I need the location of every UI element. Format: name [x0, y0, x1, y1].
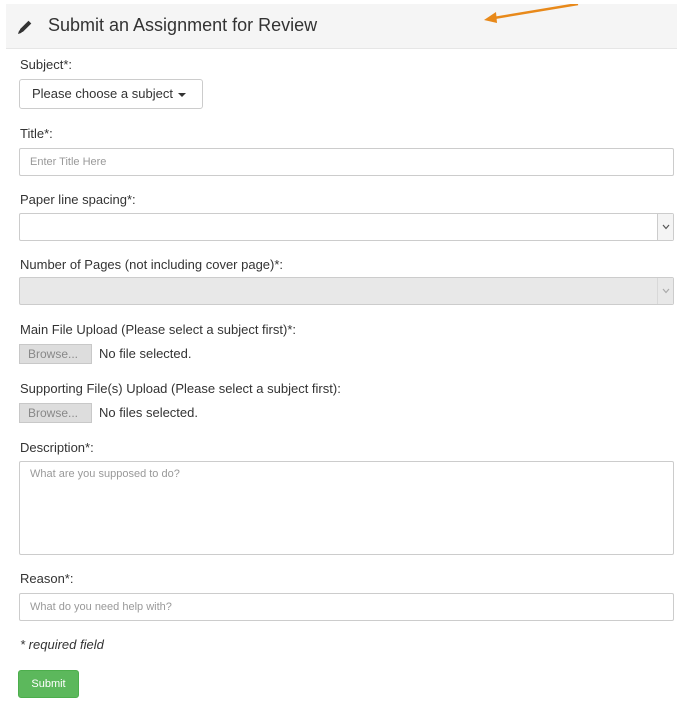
pencil-icon	[16, 18, 34, 36]
supporting-files-label: Supporting File(s) Upload (Please select…	[20, 381, 341, 396]
main-file-label: Main File Upload (Please select a subjec…	[20, 322, 297, 337]
line-spacing-label: Paper line spacing*:	[20, 192, 136, 207]
title-label: Title*:	[20, 126, 53, 141]
caret-down-icon	[177, 92, 186, 97]
assignment-panel: Submit an Assignment for Review Subject*…	[6, 4, 677, 704]
supporting-files-browse-button[interactable]: Browse...	[19, 403, 92, 423]
description-label: Description*:	[20, 440, 94, 455]
num-pages-label: Number of Pages (not including cover pag…	[20, 257, 284, 272]
chevron-down-icon[interactable]	[657, 278, 673, 304]
orange-arrow-annotation	[484, 4, 579, 23]
subject-label: Subject*:	[20, 57, 73, 72]
reason-input[interactable]	[19, 593, 674, 621]
reason-label: Reason*:	[20, 571, 74, 586]
num-pages-select[interactable]	[19, 277, 674, 305]
subject-dropdown-label: Please choose a subject	[32, 86, 173, 101]
required-field-note: * required field	[20, 637, 104, 652]
main-file-status: No file selected.	[99, 346, 192, 361]
description-textarea[interactable]	[19, 461, 674, 555]
supporting-files-status: No files selected.	[99, 405, 198, 420]
main-file-browse-button[interactable]: Browse...	[19, 344, 92, 364]
page-title: Submit an Assignment for Review	[48, 15, 318, 35]
submit-button[interactable]: Submit	[18, 670, 79, 698]
chevron-down-icon[interactable]	[657, 214, 673, 240]
line-spacing-select[interactable]	[19, 213, 674, 241]
subject-dropdown-button[interactable]: Please choose a subject	[19, 79, 203, 109]
title-input[interactable]	[19, 148, 674, 176]
